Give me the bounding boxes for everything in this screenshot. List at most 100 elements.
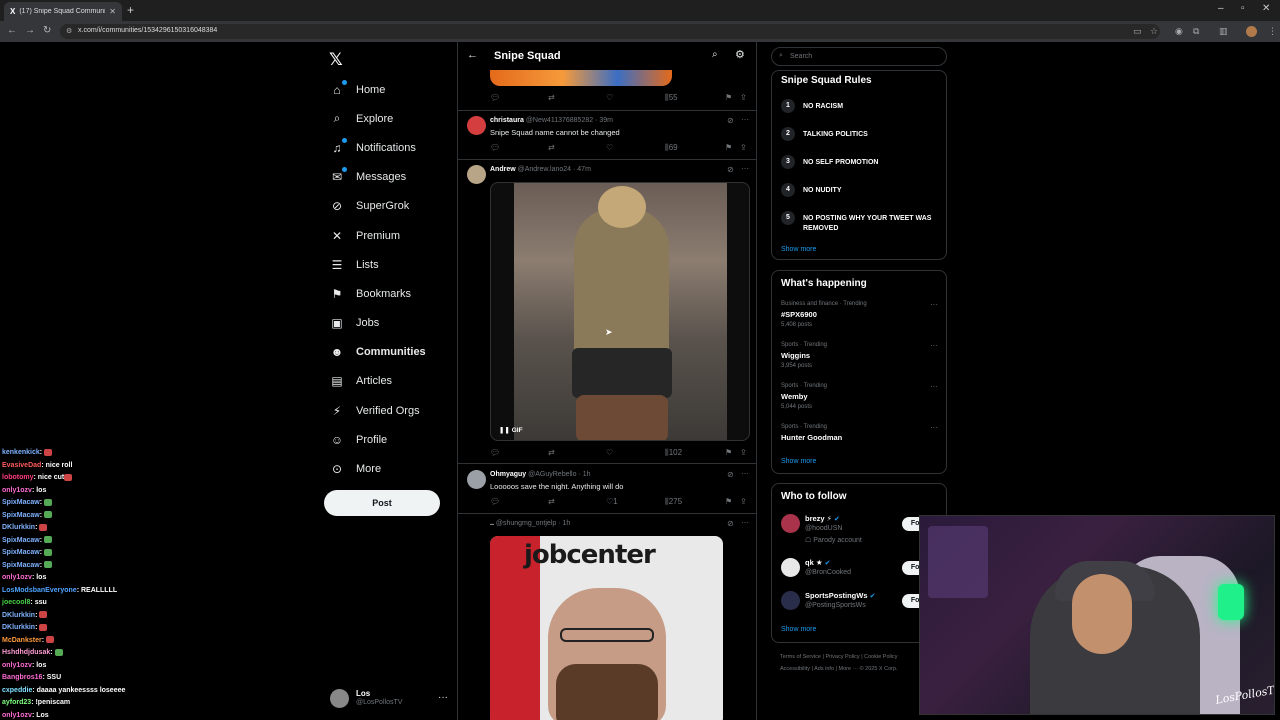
- chat-username[interactable]: only1ozv: [2, 487, 32, 494]
- maximize-icon[interactable]: ▫: [1241, 3, 1245, 14]
- puzzle-icon[interactable]: ⧉: [1193, 26, 1199, 37]
- chat-username[interactable]: EvasiveDad: [2, 462, 41, 469]
- chat-username[interactable]: Hshdhdjdusak: [2, 649, 50, 656]
- share-icon[interactable]: ⇪: [740, 143, 747, 152]
- tweet-handle[interactable]: @shungmg_ontjelp: [496, 520, 556, 527]
- chat-username[interactable]: only1ozv: [2, 712, 32, 719]
- site-info-icon[interactable]: ⚙: [66, 27, 72, 35]
- avatar[interactable]: [467, 165, 486, 184]
- browser-tab[interactable]: X (17) Snipe Squad Community / ✕: [4, 2, 122, 21]
- nav-messages[interactable]: ✉ Messages: [330, 163, 426, 192]
- x-logo[interactable]: 𝕏: [329, 50, 343, 70]
- chat-username[interactable]: SpixMacaw: [2, 549, 40, 556]
- views-count[interactable]: ⫼ 275: [665, 497, 682, 507]
- nav-verified-orgs[interactable]: ⚡ Verified Orgs: [330, 396, 426, 425]
- tweet-author[interactable]: ..: [490, 520, 494, 527]
- more-dots-icon[interactable]: ···: [741, 518, 749, 527]
- nav-profile[interactable]: ☺ Profile: [330, 425, 426, 454]
- search-input[interactable]: ⌕ Search: [771, 47, 947, 66]
- like-icon[interactable]: ♡: [606, 448, 613, 457]
- retweet-icon[interactable]: ⇄: [548, 93, 555, 102]
- tweet-time[interactable]: 1h: [563, 520, 571, 527]
- forward-icon[interactable]: →: [25, 25, 35, 36]
- views-count[interactable]: ⫼ 55: [665, 93, 678, 103]
- chat-username[interactable]: SpixMacaw: [2, 499, 40, 506]
- chat-username[interactable]: McDankster: [2, 637, 42, 644]
- chat-username[interactable]: SpixMacaw: [2, 562, 40, 569]
- more-dots-icon[interactable]: ···: [930, 300, 938, 309]
- profile-avatar-icon[interactable]: [1246, 26, 1257, 37]
- bookmark-icon[interactable]: ⚑: [725, 93, 732, 102]
- grok-icon[interactable]: ⊘: [727, 519, 734, 528]
- more-dots-icon[interactable]: ···: [741, 164, 749, 173]
- grok-icon[interactable]: ⊘: [727, 116, 734, 125]
- footer-links[interactable]: Terms of Service | Privacy Policy | Cook…: [780, 654, 897, 660]
- show-more-link[interactable]: Show more: [781, 626, 816, 633]
- chat-username[interactable]: lobotomy: [2, 474, 34, 481]
- reload-icon[interactable]: ↻: [43, 25, 51, 36]
- chat-username[interactable]: DKlurkkin: [2, 624, 35, 631]
- more-dots-icon[interactable]: ···: [741, 469, 749, 478]
- more-dots-icon[interactable]: ···: [741, 115, 749, 124]
- more-dots-icon[interactable]: ···: [930, 341, 938, 350]
- pause-icon[interactable]: ❚❚: [499, 427, 510, 434]
- like-icon[interactable]: ♡: [606, 93, 613, 102]
- chat-username[interactable]: joecool8: [2, 599, 30, 606]
- nav-more[interactable]: ⊙ More: [330, 454, 426, 483]
- views-count[interactable]: ⫼ 69: [665, 143, 678, 153]
- back-icon[interactable]: ←: [7, 25, 17, 36]
- avatar[interactable]: [781, 558, 800, 577]
- reply-icon[interactable]: 💬︎: [490, 448, 500, 457]
- tweet-video[interactable]: ❚❚ GIF: [490, 182, 750, 441]
- tweet-author[interactable]: Andrew: [490, 166, 516, 173]
- sidebar-icon[interactable]: ▥: [1219, 26, 1228, 37]
- tweet-handle[interactable]: @New411376885282: [526, 117, 593, 124]
- extension-icon[interactable]: ◉: [1175, 26, 1183, 37]
- tweet-time[interactable]: 47m: [577, 166, 591, 173]
- nav-bookmarks[interactable]: ⚑ Bookmarks: [330, 279, 426, 308]
- follow-name[interactable]: SportsPostingWs ✔: [805, 591, 875, 600]
- chat-username[interactable]: SpixMacaw: [2, 537, 40, 544]
- avatar[interactable]: [467, 116, 486, 135]
- search-icon[interactable]: ⌕: [712, 49, 718, 60]
- nav-supergrok[interactable]: ⊘ SuperGrok: [330, 192, 426, 221]
- bookmark-icon[interactable]: ⚑: [725, 448, 732, 457]
- star-icon[interactable]: ☆: [1150, 26, 1158, 37]
- grok-icon[interactable]: ⊘: [727, 165, 734, 174]
- cast-icon[interactable]: ▭: [1133, 26, 1142, 37]
- account-switcher[interactable]: Los @LosPollosTV ···: [330, 688, 448, 710]
- nav-lists[interactable]: ☰ Lists: [330, 250, 426, 279]
- chat-username[interactable]: cxpeddie: [2, 687, 32, 694]
- nav-communities[interactable]: ☻ Communities: [330, 338, 426, 367]
- trend-name[interactable]: Wiggins: [781, 351, 810, 360]
- share-icon[interactable]: ⇪: [740, 93, 747, 102]
- avatar[interactable]: [467, 470, 486, 489]
- chat-username[interactable]: DKlurkkin: [2, 524, 35, 531]
- tab-close-icon[interactable]: ✕: [109, 7, 116, 16]
- minimize-icon[interactable]: –: [1218, 3, 1224, 14]
- nav-articles[interactable]: ▤ Articles: [330, 367, 426, 396]
- retweet-icon[interactable]: ⇄: [548, 497, 555, 506]
- avatar[interactable]: [781, 514, 800, 533]
- follow-handle[interactable]: @hoodUSN: [805, 525, 842, 532]
- chat-username[interactable]: DKlurkkin: [2, 612, 35, 619]
- follow-handle[interactable]: @BronCooked: [805, 569, 851, 576]
- show-more-link[interactable]: Show more: [781, 246, 816, 253]
- tweet-author[interactable]: Ohmyaguy: [490, 471, 526, 478]
- post-button[interactable]: Post: [324, 490, 440, 516]
- url-field[interactable]: ⚙ x.com/i/communities/153429615031604838…: [60, 24, 1160, 39]
- chat-username[interactable]: kenkenkick: [2, 449, 40, 456]
- retweet-icon[interactable]: ⇄: [548, 448, 555, 457]
- bookmark-icon[interactable]: ⚑: [725, 497, 732, 506]
- show-more-link[interactable]: Show more: [781, 458, 816, 465]
- reply-icon[interactable]: 💬︎: [490, 93, 500, 102]
- tweet-handle[interactable]: @AGuyRebello: [528, 471, 576, 478]
- chat-username[interactable]: LosModsbanEveryone: [2, 587, 77, 594]
- tweet-time[interactable]: 39m: [599, 117, 613, 124]
- chat-username[interactable]: only1ozv: [2, 574, 32, 581]
- chat-username[interactable]: SpixMacaw: [2, 512, 40, 519]
- trend-name[interactable]: #SPX6900: [781, 310, 817, 319]
- retweet-icon[interactable]: ⇄: [548, 143, 555, 152]
- share-icon[interactable]: ⇪: [740, 497, 747, 506]
- nav-premium[interactable]: ✕ Premium: [330, 221, 426, 250]
